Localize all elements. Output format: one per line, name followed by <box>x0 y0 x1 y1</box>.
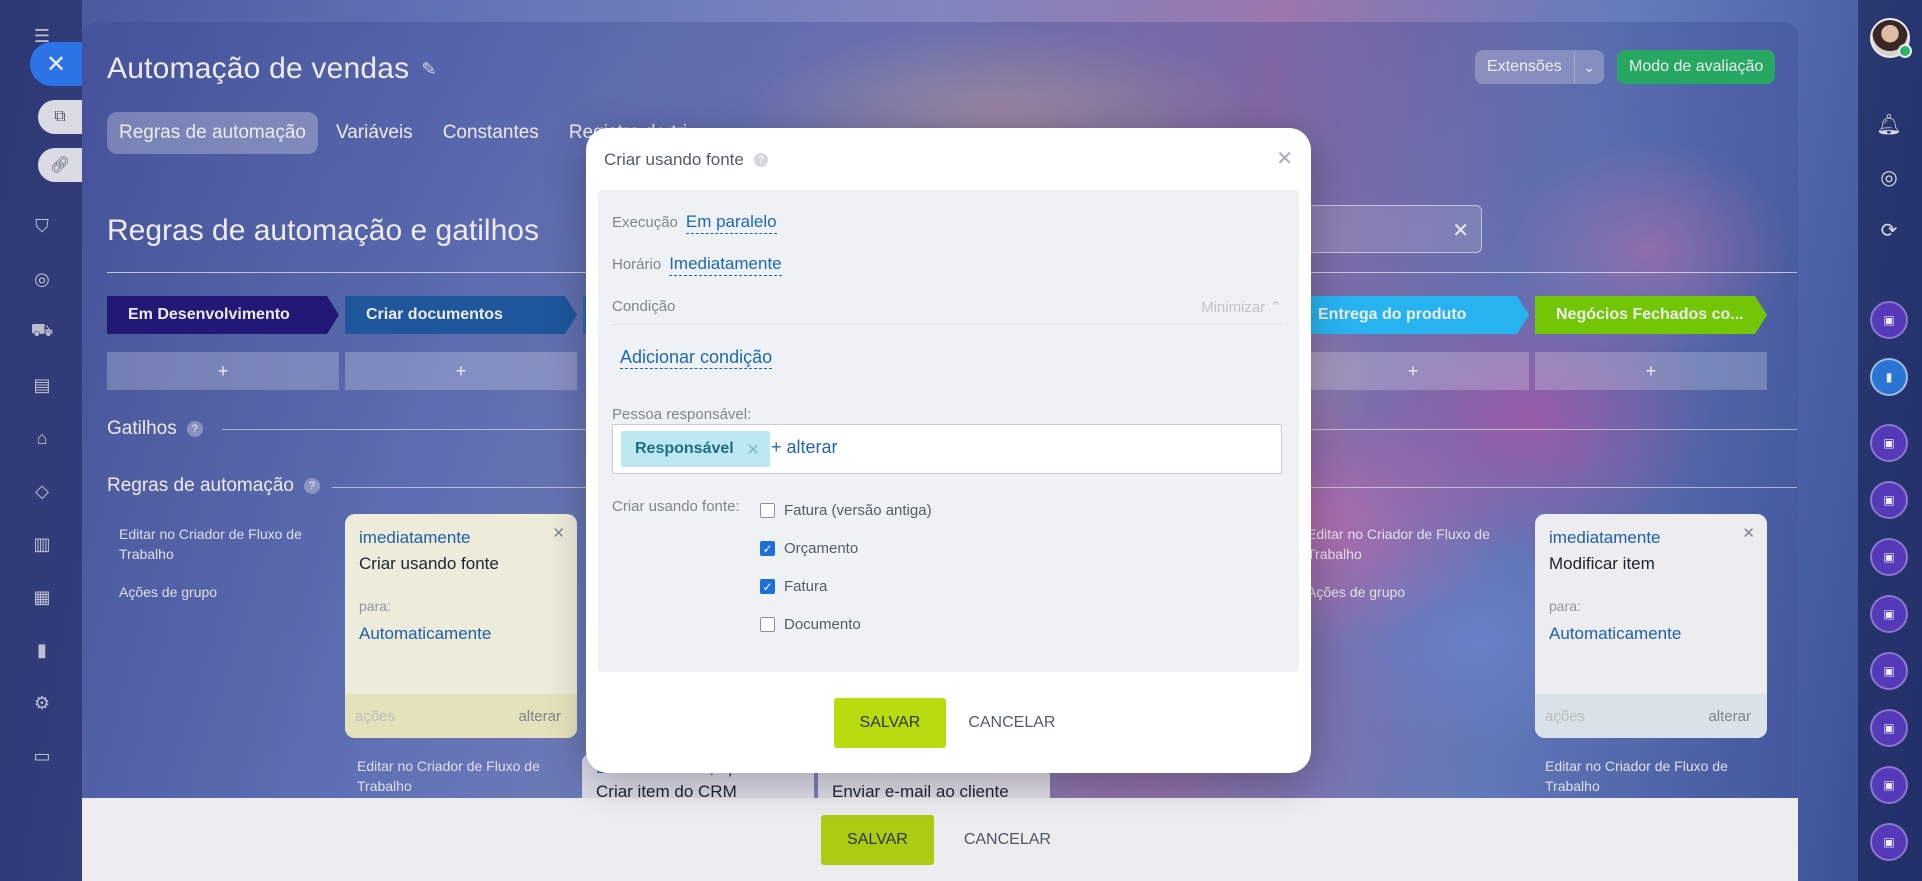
chevron-up-icon: ⌃ <box>1269 299 1282 316</box>
close-icon[interactable]: ✕ <box>1276 146 1293 171</box>
source-option[interactable]: Documento <box>760 616 861 633</box>
checkbox-checked[interactable]: ✓ <box>760 541 775 556</box>
time-label: Horário <box>612 256 662 273</box>
source-label: Criar usando fonte: <box>612 498 740 515</box>
save-button[interactable]: SALVAR <box>833 698 947 748</box>
option-label: Fatura (versão antiga) <box>784 502 932 519</box>
create-from-source-dialog: Criar usando fonte ? ✕ Execução Em paral… <box>586 128 1311 773</box>
checkbox[interactable] <box>760 617 775 632</box>
source-option[interactable]: Fatura (versão antiga) <box>760 502 932 519</box>
condition-header: Condição Minimizar ⌃ <box>612 298 1282 325</box>
alter-responsible-link[interactable]: + alterar <box>771 437 838 458</box>
execution-select[interactable]: Em paralelo <box>685 212 777 234</box>
execution-label: Execução <box>612 214 678 231</box>
minimize-toggle[interactable]: Minimizar ⌃ <box>1201 298 1282 316</box>
responsible-chip[interactable]: Responsável ✕ <box>621 431 770 467</box>
condition-label: Condição <box>612 298 676 315</box>
time-select[interactable]: Imediatamente <box>669 254 782 276</box>
responsible-label: Pessoa responsável: <box>612 406 752 423</box>
execution-row: Execução Em paralelo <box>612 212 777 234</box>
dialog-title: Criar usando fonte ? <box>604 150 768 170</box>
checkbox[interactable] <box>760 503 775 518</box>
dialog-body: Execução Em paralelo Horário Imediatamen… <box>598 190 1299 672</box>
add-condition-link[interactable]: Adicionar condição <box>620 347 773 369</box>
dialog-footer: SALVAR CANCELAR <box>586 698 1311 748</box>
checkbox-checked[interactable]: ✓ <box>760 579 775 594</box>
help-icon[interactable]: ? <box>753 153 768 167</box>
responsible-field[interactable]: Responsável ✕ + alterar <box>612 424 1282 474</box>
option-label: Documento <box>784 616 861 633</box>
option-label: Fatura <box>784 578 828 595</box>
cancel-button[interactable]: CANCELAR <box>960 698 1063 748</box>
remove-icon[interactable]: ✕ <box>746 440 759 460</box>
dialog-title-text: Criar usando fonte <box>604 150 744 169</box>
minimize-label: Minimizar <box>1201 299 1266 316</box>
source-option[interactable]: ✓ Fatura <box>760 578 827 595</box>
responsible-chip-label: Responsável <box>635 440 734 457</box>
option-label: Orçamento <box>784 540 859 557</box>
time-row: Horário Imediatamente <box>612 254 782 276</box>
source-option[interactable]: ✓ Orçamento <box>760 540 858 557</box>
